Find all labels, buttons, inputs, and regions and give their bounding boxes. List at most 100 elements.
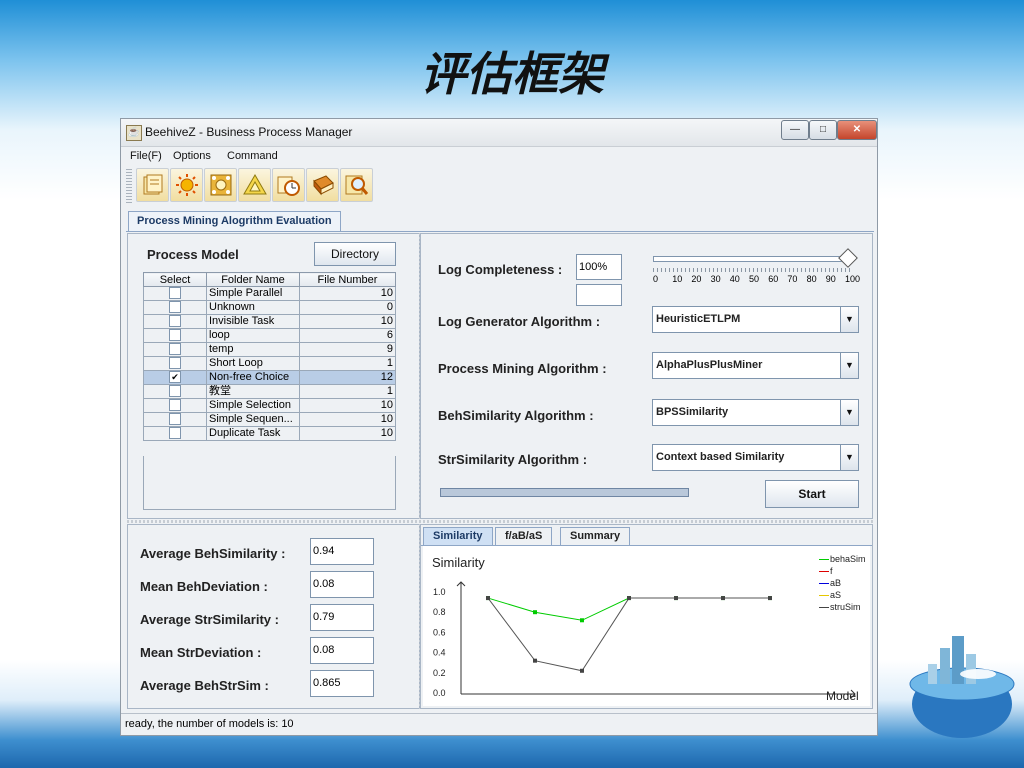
select-checkbox[interactable] (169, 399, 181, 412)
log-generator-select[interactable]: HeuristicETLPM ▼ (652, 306, 859, 333)
menu-command[interactable]: Command (227, 150, 278, 162)
chevron-down-icon[interactable]: ▼ (840, 307, 858, 332)
select-cell (143, 384, 207, 399)
select-cell (143, 300, 207, 315)
similarity-chart: 0.0 0.2 0.4 0.6 0.8 1.0 (433, 581, 856, 699)
data-point-struSim (533, 658, 537, 663)
slider-thumb[interactable] (838, 248, 858, 268)
clock-chart-icon[interactable] (272, 168, 305, 202)
menu-options[interactable]: Options (173, 150, 211, 162)
magnifier-icon[interactable] (340, 168, 373, 202)
column-folder-name[interactable]: Folder Name (206, 272, 300, 287)
tab-similarity[interactable]: Similarity (423, 527, 493, 545)
gear-icon[interactable] (204, 168, 237, 202)
chevron-down-icon[interactable]: ▼ (840, 445, 858, 470)
minimize-button[interactable]: — (781, 120, 809, 140)
completeness-slider[interactable]: 0 10 20 30 40 50 60 70 80 90 100 (653, 248, 860, 286)
result-label: Average BehStrSim : (140, 678, 269, 693)
column-file-number[interactable]: File Number (299, 272, 396, 287)
table-row[interactable]: ✔ Non-free Choice 12 (143, 370, 396, 385)
close-button[interactable]: ✕ (837, 120, 877, 140)
result-value-field[interactable]: 0.08 (310, 571, 374, 598)
str-similarity-select[interactable]: Context based Similarity ▼ (652, 444, 859, 471)
select-checkbox[interactable] (169, 301, 181, 314)
log-generator-label: Log Generator Algorithm : (438, 314, 601, 329)
menu-file[interactable]: File(F) (130, 150, 162, 162)
chevron-down-icon[interactable]: ▼ (840, 353, 858, 378)
select-cell (143, 286, 207, 301)
process-model-title: Process Model (147, 247, 239, 262)
series-line-struSim (487, 597, 770, 672)
beh-similarity-value: BPSSimilarity (656, 406, 729, 418)
select-checkbox[interactable] (169, 315, 181, 328)
legend-item: f (819, 566, 833, 576)
data-point-behaSim (533, 610, 537, 615)
triangle-icon[interactable] (238, 168, 271, 202)
select-checkbox[interactable] (169, 385, 181, 398)
result-value-field[interactable]: 0.865 (310, 670, 374, 697)
table-row[interactable]: Duplicate Task 10 (143, 426, 396, 441)
slider-tick-labels: 0 10 20 30 40 50 60 70 80 90 100 (653, 274, 860, 286)
file-number-cell: 12 (299, 370, 396, 385)
book-icon[interactable] (306, 168, 339, 202)
table-row[interactable]: Short Loop 1 (143, 356, 396, 371)
select-checkbox[interactable] (169, 357, 181, 370)
data-point-struSim (674, 596, 678, 601)
column-select[interactable]: Select (143, 272, 207, 287)
folder-name-cell: Invisible Task (206, 314, 300, 329)
select-checkbox[interactable] (169, 287, 181, 300)
select-cell (143, 342, 207, 357)
select-checkbox[interactable] (169, 343, 181, 356)
select-cell: ✔ (143, 370, 207, 385)
tab-f-ab-as[interactable]: f/aB/aS (495, 527, 553, 545)
str-similarity-value: Context based Similarity (656, 451, 785, 463)
process-mining-value: AlphaPlusPlusMiner (656, 359, 763, 371)
toolbar-grip[interactable] (126, 169, 132, 203)
chevron-down-icon[interactable]: ▼ (840, 400, 858, 425)
status-bar: ready, the number of models is: 10 (121, 713, 877, 735)
table-row[interactable]: Unknown 0 (143, 300, 396, 315)
tab-process-mining-evaluation[interactable]: Process Mining Alogrithm Evaluation (128, 211, 341, 231)
select-checkbox[interactable]: ✔ (169, 371, 181, 384)
legend-swatch (819, 583, 829, 585)
table-row[interactable]: 教堂 1 (143, 384, 396, 399)
result-value-field[interactable]: 0.94 (310, 538, 374, 565)
folder-name-cell: Short Loop (206, 356, 300, 371)
select-checkbox[interactable] (169, 413, 181, 426)
log-completeness-input[interactable]: 100% (576, 254, 622, 280)
beh-similarity-select[interactable]: BPSSimilarity ▼ (652, 399, 859, 426)
document-icon[interactable] (136, 168, 169, 202)
y-tick-label: 0.4 (433, 648, 446, 658)
table-row[interactable]: Simple Sequen... 10 (143, 412, 396, 427)
result-label: Average BehSimilarity : (140, 546, 286, 561)
directory-button[interactable]: Directory (314, 242, 396, 266)
legend-label: behaSim (830, 554, 866, 564)
table-row[interactable]: Simple Selection 10 (143, 398, 396, 413)
select-cell (143, 398, 207, 413)
table-row[interactable]: Simple Parallel 10 (143, 286, 396, 301)
select-checkbox[interactable] (169, 427, 181, 440)
str-similarity-label: StrSimilarity Algorithm : (438, 452, 588, 467)
log-completeness-extra-input[interactable] (576, 284, 622, 306)
start-button[interactable]: Start (765, 480, 859, 508)
select-checkbox[interactable] (169, 329, 181, 342)
legend-item: struSim (819, 602, 861, 612)
maximize-button[interactable]: □ (809, 120, 837, 140)
file-number-cell: 10 (299, 398, 396, 413)
table-row[interactable]: Invisible Task 10 (143, 314, 396, 329)
log-completeness-label: Log Completeness : (438, 262, 563, 277)
folder-name-cell: Non-free Choice (206, 370, 300, 385)
result-value-field[interactable]: 0.08 (310, 637, 374, 664)
table-row[interactable]: loop 6 (143, 328, 396, 343)
slider-tick-label: 20 (691, 274, 702, 284)
tab-summary[interactable]: Summary (560, 527, 631, 545)
folder-name-cell: loop (206, 328, 300, 343)
table-row[interactable]: temp 9 (143, 342, 396, 357)
y-tick-label: 0.8 (433, 607, 446, 617)
result-value-field[interactable]: 0.79 (310, 604, 374, 631)
file-number-cell: 1 (299, 356, 396, 371)
horizontal-split-divider[interactable] (127, 520, 873, 523)
settings-panel: Log Completeness : 100% 0 10 20 30 40 50 60 70 8… (420, 233, 873, 519)
process-mining-select[interactable]: AlphaPlusPlusMiner ▼ (652, 352, 859, 379)
sun-icon[interactable] (170, 168, 203, 202)
